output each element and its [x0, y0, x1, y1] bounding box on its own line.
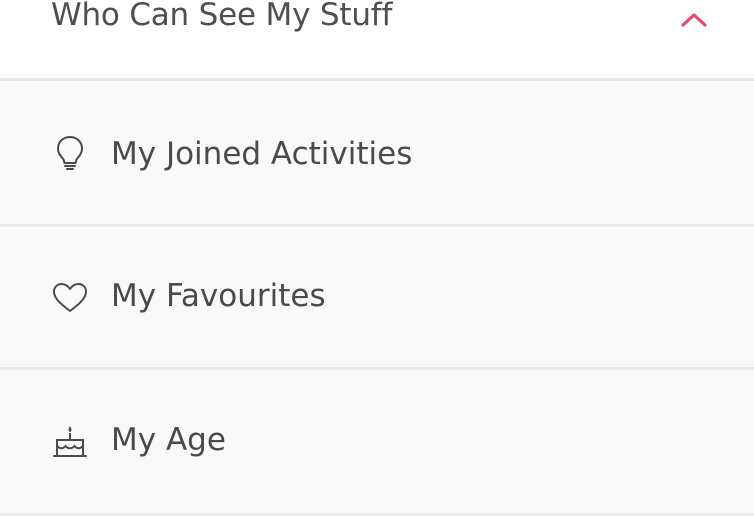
- birthday-cake-icon: [50, 422, 90, 462]
- list-item-my-favourites[interactable]: My Favourites: [0, 227, 754, 370]
- section-header[interactable]: Who Can See My Stuff: [0, 0, 754, 81]
- list-item-label: My Joined Activities: [111, 136, 413, 172]
- list-item-label: My Favourites: [111, 278, 326, 314]
- lightbulb-icon: [50, 133, 90, 173]
- privacy-settings-screen: Who Can See My Stuff My Joined Activitie…: [0, 0, 754, 516]
- privacy-options-list: My Joined Activities My Favourites My Ag…: [0, 81, 754, 516]
- section-title: Who Can See My Stuff: [51, 0, 393, 33]
- collapse-toggle-button[interactable]: [672, 2, 716, 38]
- chevron-up-icon: [681, 13, 707, 27]
- list-item-label: My Age: [111, 422, 226, 458]
- list-item-my-age[interactable]: My Age: [0, 370, 754, 516]
- heart-icon: [50, 278, 90, 318]
- list-item-my-joined-activities[interactable]: My Joined Activities: [0, 81, 754, 227]
